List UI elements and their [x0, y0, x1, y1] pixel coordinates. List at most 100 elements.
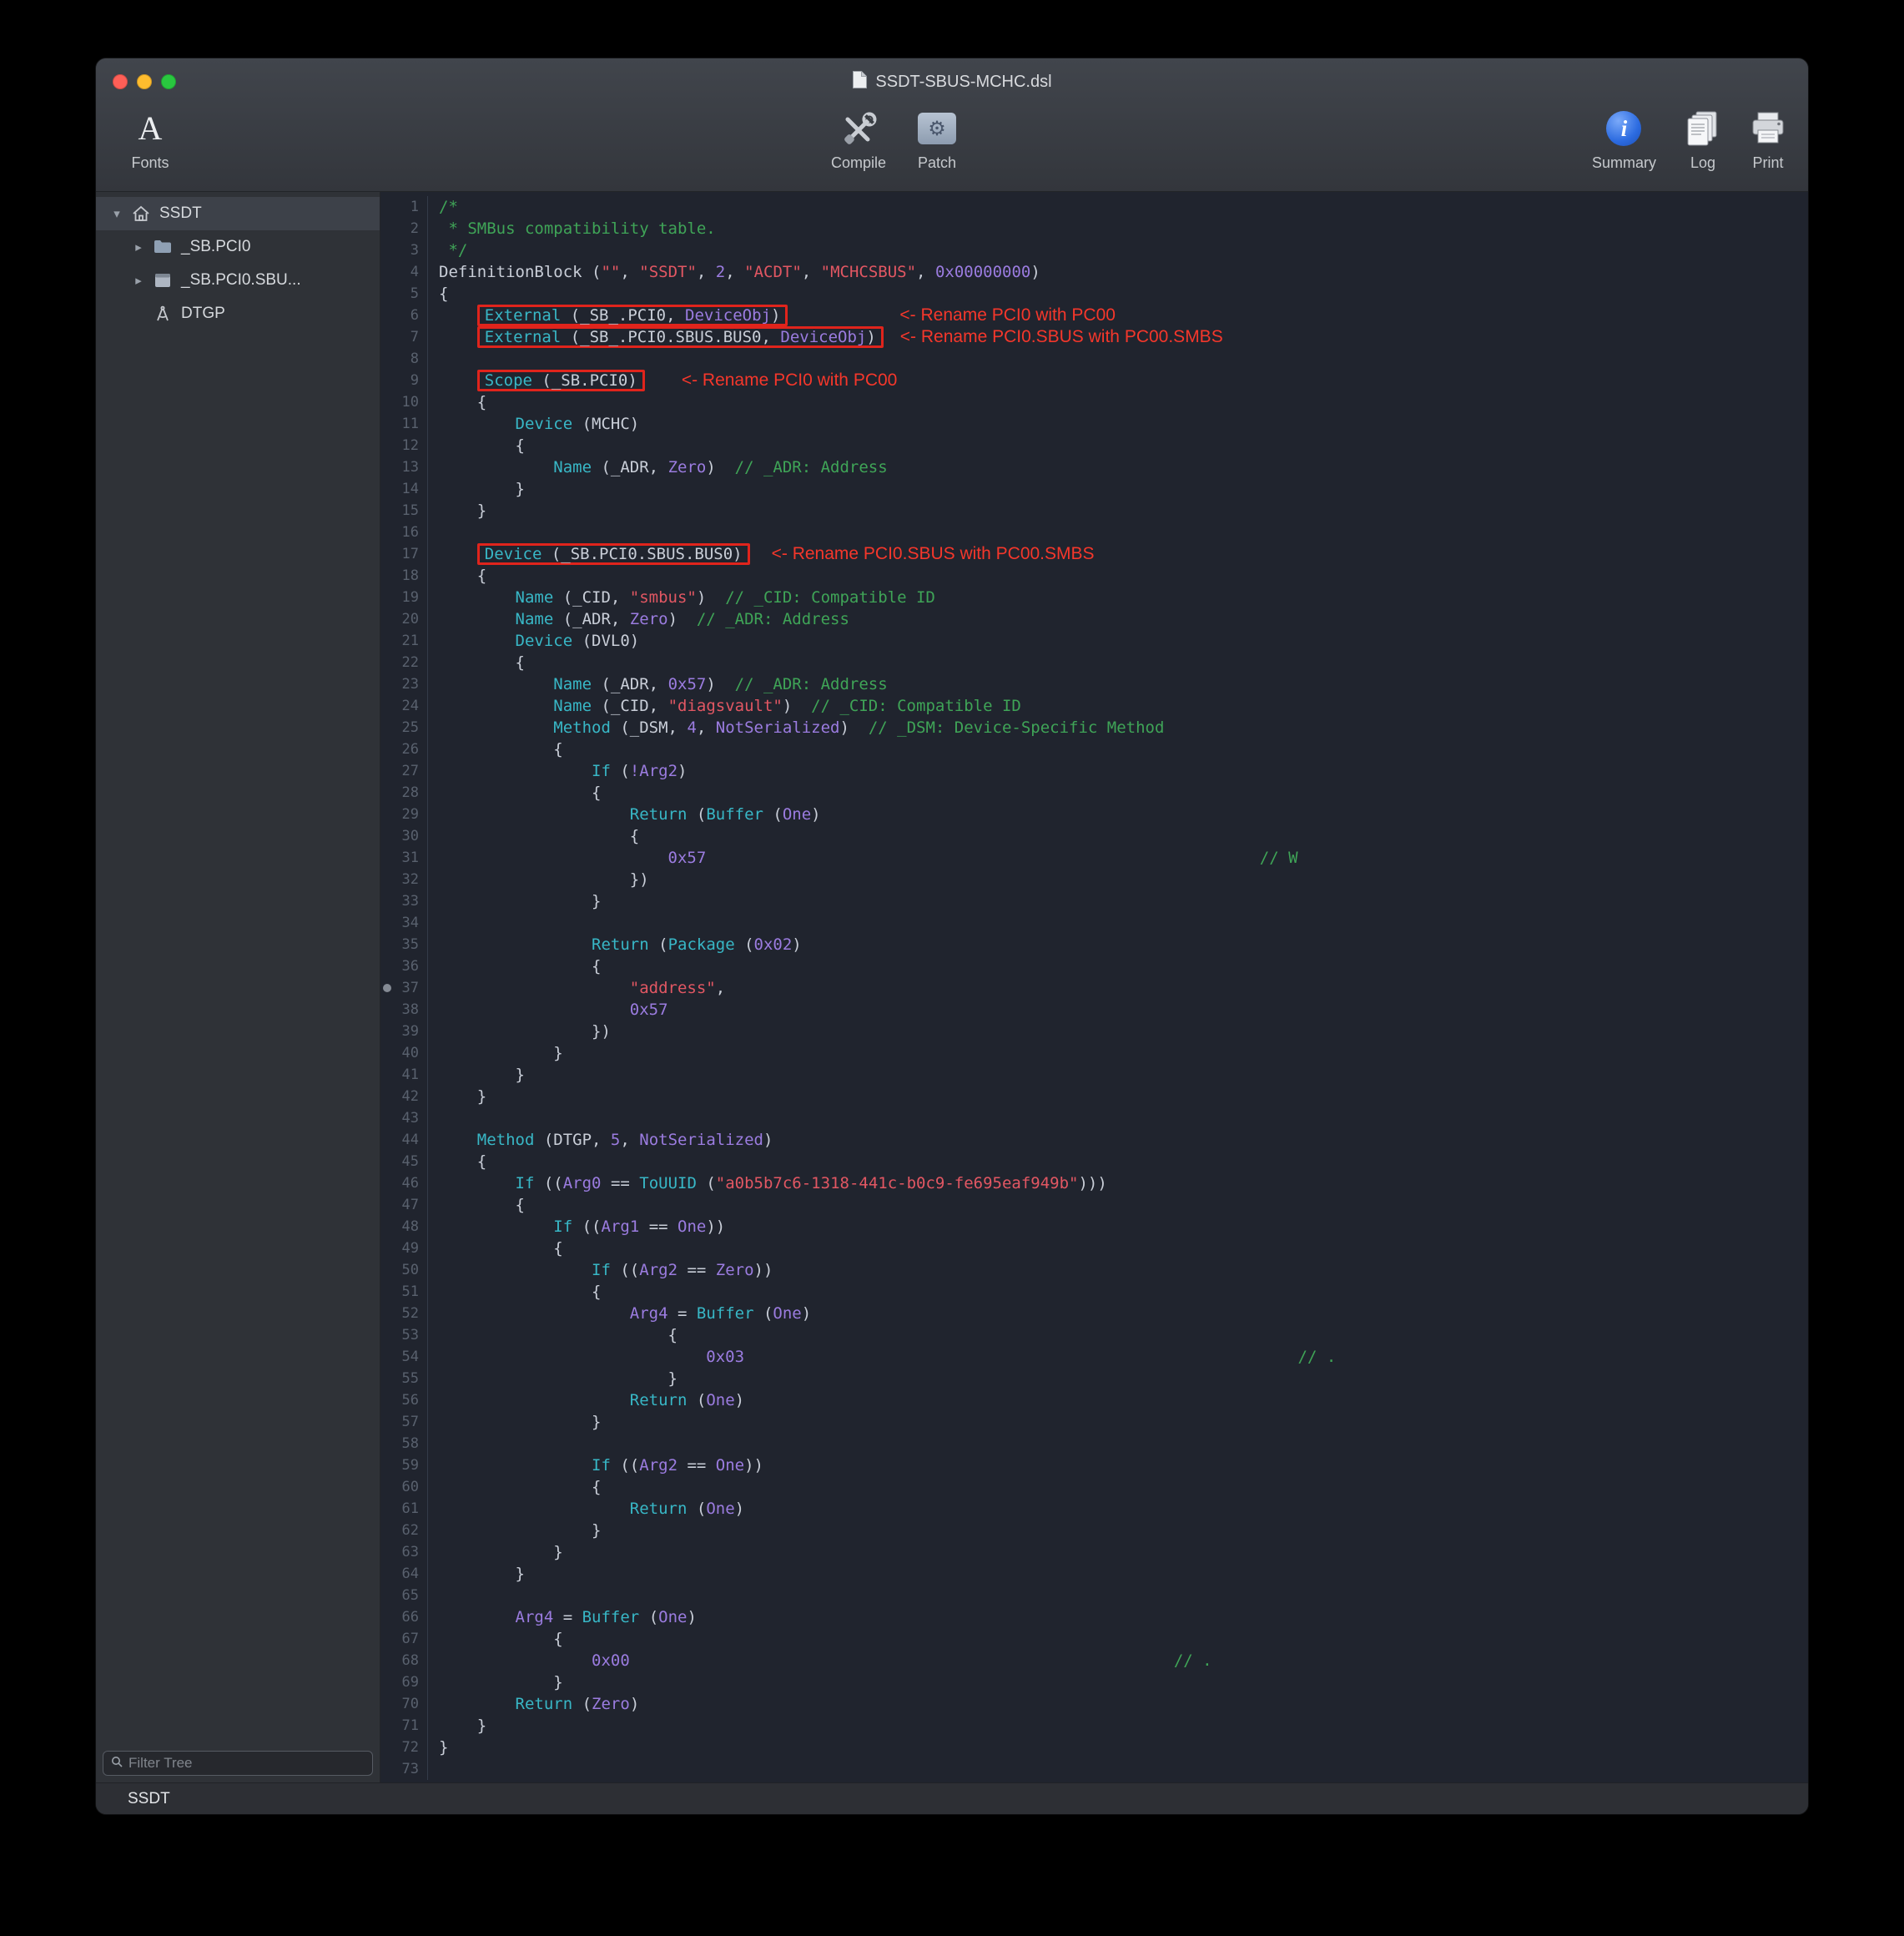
code-line[interactable]: 20 Name (_ADR, Zero) // _ADR: Address	[380, 608, 1808, 630]
code-line[interactable]: 68 0x00 // .	[380, 1650, 1808, 1671]
code-line[interactable]: 24 Name (_CID, "diagsvault") // _CID: Co…	[380, 695, 1808, 717]
line-number: 3	[380, 239, 419, 261]
code-line[interactable]: 4DefinitionBlock ("", "SSDT", 2, "ACDT",…	[380, 261, 1808, 283]
code-line[interactable]: 32 })	[380, 869, 1808, 890]
code-line[interactable]: 38 0x57	[380, 999, 1808, 1021]
summary-button[interactable]: i Summary	[1592, 105, 1656, 172]
code-line[interactable]: 18 {	[380, 565, 1808, 587]
sidebar-item-sb-pci0[interactable]: ▸_SB.PCI0	[96, 230, 380, 264]
code-line[interactable]: 46 If ((Arg0 == ToUUID ("a0b5b7c6-1318-4…	[380, 1172, 1808, 1194]
code-line[interactable]: 70 Return (Zero)	[380, 1693, 1808, 1715]
code-line[interactable]: 56 Return (One)	[380, 1389, 1808, 1411]
code-line[interactable]: 59 If ((Arg2 == One))	[380, 1455, 1808, 1476]
code-line[interactable]: 58	[380, 1433, 1808, 1455]
code-line[interactable]: 36 {	[380, 955, 1808, 977]
code-line[interactable]: 64 }	[380, 1563, 1808, 1585]
code-line[interactable]: 15 }	[380, 500, 1808, 522]
code-line[interactable]: 50 If ((Arg2 == Zero))	[380, 1259, 1808, 1281]
code-line[interactable]: 57 }	[380, 1411, 1808, 1433]
code-line[interactable]: 22 {	[380, 652, 1808, 673]
sidebar-item-ssdt[interactable]: ▾SSDT	[96, 197, 380, 230]
patch-button[interactable]: ⚙ Patch	[918, 105, 956, 172]
code-line[interactable]: 43	[380, 1107, 1808, 1129]
code-segment: }	[516, 1565, 525, 1583]
code-line[interactable]: 67 {	[380, 1628, 1808, 1650]
code-line[interactable]: 34	[380, 912, 1808, 934]
disclosure-triangle[interactable]: ▸	[128, 239, 149, 255]
code-editor[interactable]: 1/*2 * SMBus compatibility table.3 */4De…	[380, 192, 1808, 1782]
print-button[interactable]: Print	[1750, 105, 1786, 172]
code-line[interactable]: 35 Return (Package (0x02)	[380, 934, 1808, 955]
code-line[interactable]: 39 })	[380, 1021, 1808, 1042]
code-line[interactable]: 42 }	[380, 1086, 1808, 1107]
code-line[interactable]: 60 {	[380, 1476, 1808, 1498]
minimize-button[interactable]	[137, 74, 152, 89]
code-line[interactable]: 10 {	[380, 391, 1808, 413]
code-line[interactable]: 40 }	[380, 1042, 1808, 1064]
code-line[interactable]: 51 {	[380, 1281, 1808, 1303]
code-line[interactable]: 37 "address",	[380, 977, 1808, 999]
sidebar-item-sb-pci0-sbu[interactable]: ▸_SB.PCI0.SBU...	[96, 264, 380, 297]
filter-field[interactable]	[103, 1751, 373, 1776]
code-segment: }	[592, 1521, 601, 1540]
code-line[interactable]: 3 */	[380, 239, 1808, 261]
zoom-button[interactable]	[161, 74, 176, 89]
code-line[interactable]: 8	[380, 348, 1808, 370]
code-line[interactable]: 2 * SMBus compatibility table.	[380, 218, 1808, 239]
compile-button[interactable]: Compile	[831, 105, 886, 172]
code-line[interactable]: 52 Arg4 = Buffer (One)	[380, 1303, 1808, 1324]
code-line[interactable]: 11 Device (MCHC)	[380, 413, 1808, 435]
code-line[interactable]: 13 Name (_ADR, Zero) // _ADR: Address	[380, 456, 1808, 478]
close-button[interactable]	[113, 74, 128, 89]
code-line[interactable]: 5{	[380, 283, 1808, 305]
code-line[interactable]: 48 If ((Arg1 == One))	[380, 1216, 1808, 1238]
code-line[interactable]: 21 Device (DVL0)	[380, 630, 1808, 652]
code-line[interactable]: 53 {	[380, 1324, 1808, 1346]
code-line[interactable]: 66 Arg4 = Buffer (One)	[380, 1606, 1808, 1628]
code-line[interactable]: 12 {	[380, 435, 1808, 456]
code-line[interactable]: 44 Method (DTGP, 5, NotSerialized)	[380, 1129, 1808, 1151]
disclosure-triangle[interactable]: ▸	[128, 273, 149, 288]
code-line[interactable]: 69 }	[380, 1671, 1808, 1693]
code-line[interactable]: 25 Method (_DSM, 4, NotSerialized) // _D…	[380, 717, 1808, 739]
code-line[interactable]: 17 Device (_SB.PCI0.SBUS.BUS0)<- Rename …	[380, 543, 1808, 565]
code-line[interactable]: 28 {	[380, 782, 1808, 804]
code-line[interactable]: 26 {	[380, 739, 1808, 760]
code-line[interactable]: 23 Name (_ADR, 0x57) // _ADR: Address	[380, 673, 1808, 695]
code-line[interactable]: 31 0x57 // W	[380, 847, 1808, 869]
fonts-button[interactable]: A Fonts	[118, 105, 183, 172]
code-line[interactable]: 29 Return (Buffer (One)	[380, 804, 1808, 825]
code-line[interactable]: 47 {	[380, 1194, 1808, 1216]
code-line[interactable]: 30 {	[380, 825, 1808, 847]
code-line[interactable]: 27 If (!Arg2)	[380, 760, 1808, 782]
title-bar[interactable]: SSDT-SBUS-MCHC.dsl	[96, 58, 1808, 105]
code-line[interactable]: 73	[380, 1758, 1808, 1780]
code-line[interactable]: 7 External (_SB_.PCI0.SBUS.BUS0, DeviceO…	[380, 326, 1808, 348]
code-line[interactable]: 61 Return (One)	[380, 1498, 1808, 1520]
line-number: 43	[380, 1107, 419, 1129]
code-line[interactable]: 62 }	[380, 1520, 1808, 1541]
code-segment	[439, 1196, 516, 1214]
code-line[interactable]: 41 }	[380, 1064, 1808, 1086]
code-line[interactable]: 6 External (_SB_.PCI0, DeviceObj)<- Rena…	[380, 305, 1808, 326]
code-line[interactable]: 33 }	[380, 890, 1808, 912]
log-button[interactable]: Log	[1686, 105, 1720, 172]
code-line[interactable]: 9 Scope (_SB.PCI0)<- Rename PCI0 with PC…	[380, 370, 1808, 391]
code-line[interactable]: 19 Name (_CID, "smbus") // _CID: Compati…	[380, 587, 1808, 608]
filter-input[interactable]	[128, 1755, 365, 1772]
code-line[interactable]: 14 }	[380, 478, 1808, 500]
code-line[interactable]: 72}	[380, 1737, 1808, 1758]
code-line[interactable]: 55 }	[380, 1368, 1808, 1389]
code-segment	[439, 632, 516, 650]
code-line[interactable]: 45 {	[380, 1151, 1808, 1172]
status-bar: SSDT	[96, 1782, 1808, 1814]
disclosure-triangle[interactable]: ▾	[106, 206, 128, 221]
sidebar-item-dtgp[interactable]: DTGP	[96, 297, 380, 330]
code-line[interactable]: 54 0x03 // .	[380, 1346, 1808, 1368]
code-line[interactable]: 65	[380, 1585, 1808, 1606]
code-line[interactable]: 16	[380, 522, 1808, 543]
code-line[interactable]: 1/*	[380, 196, 1808, 218]
code-line[interactable]: 63 }	[380, 1541, 1808, 1563]
code-line[interactable]: 71 }	[380, 1715, 1808, 1737]
code-line[interactable]: 49 {	[380, 1238, 1808, 1259]
